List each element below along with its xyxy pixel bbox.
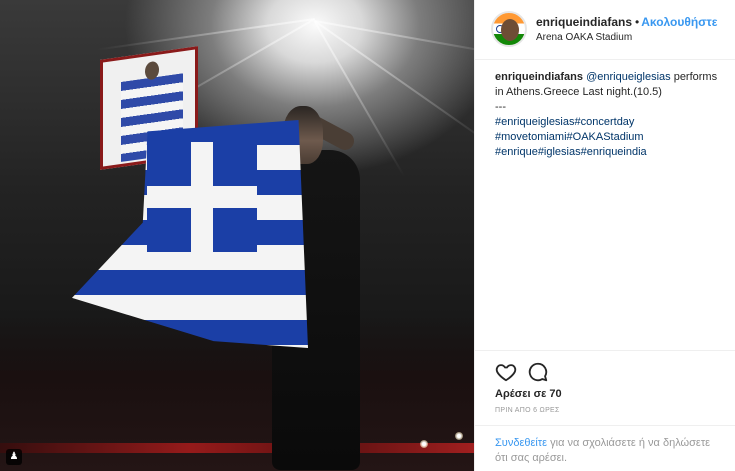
post-header: enriqueindiafans • Ακολουθήστε Arena OAKA …: [475, 0, 735, 60]
hashtag-line[interactable]: #movetomiami#OAKAStadium: [495, 130, 727, 145]
timestamp[interactable]: ΠΡΙΝ ΑΠΟ 6 ΩΡΕΣ: [495, 407, 560, 414]
caption-mention[interactable]: @enriqueiglesias: [586, 71, 671, 83]
post-photo[interactable]: ♟: [0, 0, 474, 471]
stage-lights: [0, 443, 474, 453]
post-actions: Αρέσει σε 70 ΠΡΙΝ ΑΠΟ 6 ΩΡΕΣ Συνδεθείτε …: [475, 350, 735, 471]
stage-lamp: [455, 432, 463, 440]
location-link[interactable]: Arena OAKA Stadium: [536, 32, 632, 43]
stage-lamp: [420, 440, 428, 448]
post-side-panel: enriqueindiafans • Ακολουθήστε Arena OAKA …: [474, 0, 735, 471]
caption-username[interactable]: enriqueindiafans: [495, 71, 583, 83]
avatar[interactable]: [491, 11, 527, 47]
login-link[interactable]: Συνδεθείτε: [495, 437, 547, 449]
hashtag-line[interactable]: #enrique#iglesias#enriqueindia: [495, 145, 727, 160]
likes-count[interactable]: Αρέσει σε 70: [495, 388, 562, 400]
caption: enriqueindiafans @enriqueiglesias perfor…: [495, 70, 727, 160]
login-prompt: Συνδεθείτε για να σχολιάσετε ή να δηλώσε…: [475, 425, 735, 466]
caption-text-line: in Athens.Greece Last night.(10.5): [495, 86, 662, 98]
person-tag-icon[interactable]: ♟: [6, 449, 22, 465]
caption-divider: ---: [495, 101, 506, 113]
caption-text: performs: [670, 71, 718, 83]
username-link[interactable]: enriqueindiafans: [536, 15, 632, 29]
speech-bubble-icon[interactable]: [527, 361, 549, 383]
light-ray: [96, 18, 316, 51]
follow-button[interactable]: Ακολουθήστε: [641, 15, 717, 29]
hashtag-line[interactable]: #enriqueiglesias#concertday: [495, 115, 727, 130]
separator-dot: •: [635, 15, 640, 29]
heart-outline-icon[interactable]: [495, 361, 517, 383]
username-row: enriqueindiafans • Ακολουθήστε: [536, 15, 717, 29]
